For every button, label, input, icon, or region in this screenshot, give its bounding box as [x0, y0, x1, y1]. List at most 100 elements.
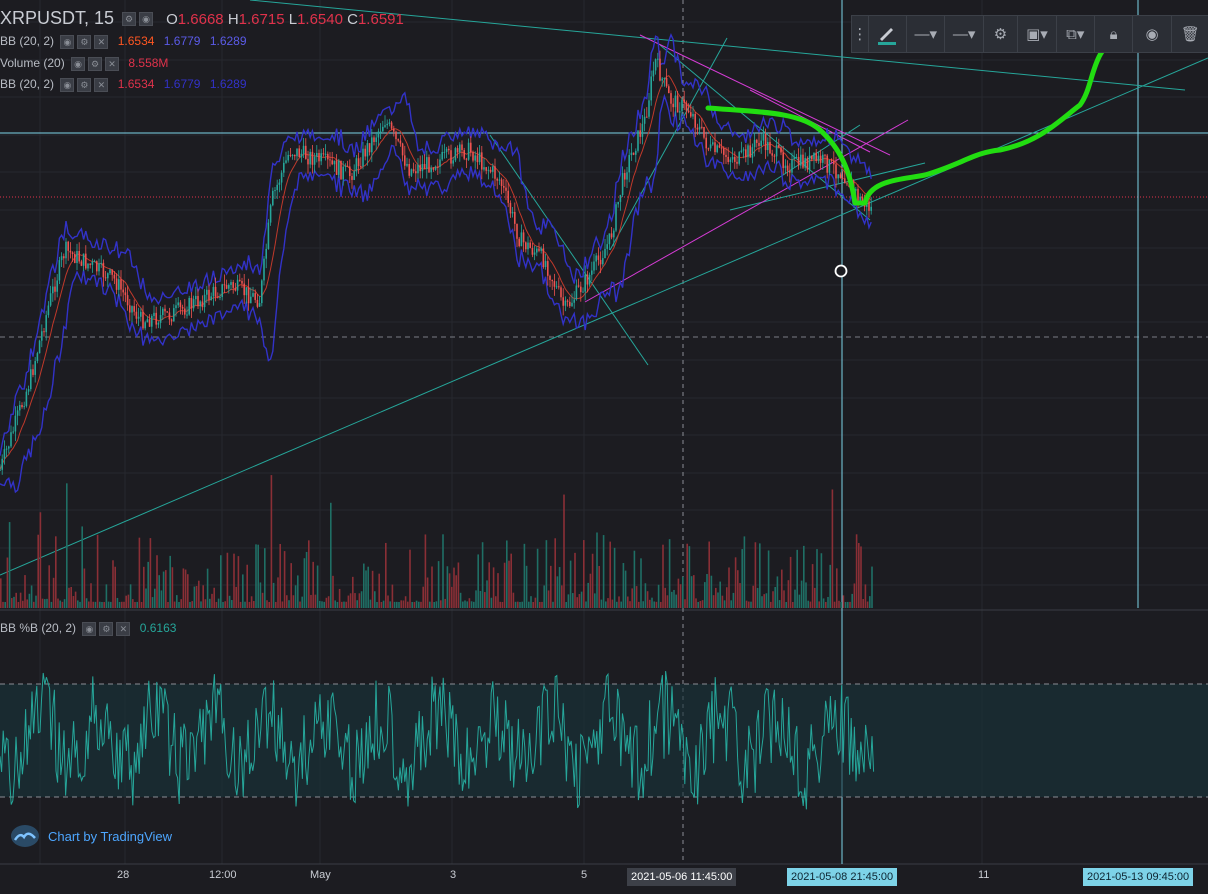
candle-body: [210, 296, 212, 300]
candle-body: [795, 156, 798, 158]
candle-body: [771, 153, 773, 156]
indicator-name: BB (20, 2): [0, 34, 55, 48]
candle-body: [175, 305, 177, 309]
volume-bar: [277, 577, 279, 608]
candle-body: [98, 263, 100, 272]
indicator-legend-bb-1[interactable]: BB (20, 2) ◉ ⚙ ✕ 1.6534 1.6779 1.6289: [0, 34, 247, 49]
volume-bar: [358, 593, 361, 608]
trash-icon[interactable]: 🗑︎: [1172, 16, 1208, 52]
candle-body: [813, 152, 815, 160]
volume-bar: [83, 568, 86, 608]
candle-body: [811, 155, 813, 160]
eye-icon[interactable]: ◉: [1133, 16, 1172, 52]
candle-body: [140, 311, 142, 317]
oscillator-legend[interactable]: BB %B (20, 2) ◉ ⚙ ✕ 0.6163: [0, 621, 176, 636]
settings-icon[interactable]: ⚙: [77, 34, 92, 49]
volume-bar: [4, 601, 6, 608]
settings-icon[interactable]: ⚙: [77, 77, 92, 92]
candle-body: [399, 140, 402, 144]
eye-icon[interactable]: ◉: [82, 621, 97, 636]
chart-canvas[interactable]: [0, 0, 1208, 894]
settings-icon[interactable]: ⚙: [88, 56, 103, 71]
close-icon[interactable]: ✕: [94, 34, 109, 49]
volume-bar: [242, 574, 244, 608]
candle-body: [608, 233, 611, 245]
volume-bar: [690, 576, 693, 608]
volume-bar: [81, 526, 83, 608]
eye-icon[interactable]: ◉: [60, 77, 75, 92]
candle-body: [360, 166, 362, 168]
candle-body: [718, 145, 721, 148]
settings-icon[interactable]: ⚙: [984, 16, 1019, 52]
eye-icon[interactable]: ◉: [60, 34, 75, 49]
volume-bar: [246, 564, 248, 608]
candle-body: [340, 160, 342, 180]
volume-bar: [574, 552, 576, 608]
candle-body: [362, 148, 364, 167]
volume-bar: [587, 582, 589, 608]
candle-body: [445, 148, 448, 152]
indicator-legend-volume[interactable]: Volume (20) ◉ ⚙ ✕ 8.558M: [0, 56, 168, 71]
candle-body: [485, 167, 487, 171]
candle-body: [681, 99, 683, 112]
tradingview-link[interactable]: Chart by TradingView: [48, 829, 172, 844]
volume-bar: [308, 540, 310, 608]
candle-body: [115, 278, 118, 290]
volume-bar: [369, 599, 372, 608]
volume-bar: [583, 540, 585, 608]
volume-bar: [686, 543, 688, 608]
candle-body: [0, 469, 1, 471]
close-icon[interactable]: ✕: [105, 56, 120, 71]
candle-body: [672, 103, 674, 108]
volume-bar: [132, 599, 134, 608]
candle-body: [833, 160, 835, 165]
copy-icon[interactable]: ⧉▾: [1057, 16, 1095, 52]
pencil-icon[interactable]: [869, 16, 908, 52]
volume-bar: [325, 597, 328, 608]
candle-body: [676, 95, 679, 113]
volume-bar: [684, 599, 686, 608]
volume-bar: [688, 546, 691, 608]
candle-body: [841, 177, 844, 179]
volume-bar: [393, 601, 396, 608]
volume-bar: [704, 582, 706, 608]
volume-bar: [400, 600, 402, 608]
candle-body: [734, 156, 736, 162]
candle-body: [305, 145, 307, 159]
close-icon[interactable]: ✕: [116, 621, 131, 636]
drag-handle-icon[interactable]: ⋮: [852, 16, 869, 52]
close-icon[interactable]: ✕: [94, 77, 109, 92]
volume-bar: [41, 598, 44, 608]
volume-bar: [512, 592, 515, 608]
drawings-overlay[interactable]: [705, 33, 1123, 278]
candle-body: [157, 322, 160, 325]
lock-icon[interactable]: 🔒︎: [1095, 16, 1134, 52]
candle-body: [573, 299, 575, 303]
candle-body: [214, 286, 217, 297]
indicator-legend-bb-2[interactable]: BB (20, 2) ◉ ⚙ ✕ 1.6534 1.6779 1.6289: [0, 77, 247, 92]
eye-icon[interactable]: ◉: [139, 12, 154, 27]
volume-bar: [303, 558, 306, 608]
volume-bar: [44, 599, 46, 608]
tradingview-branding[interactable]: Chart by TradingView: [10, 824, 172, 848]
volume-bar: [673, 589, 675, 608]
layers-icon[interactable]: ▣▾: [1018, 16, 1057, 52]
drawing-toolbar[interactable]: ⋮ —▾ —▾ ⚙ ▣▾ ⧉▾ 🔒︎ ◉ 🗑︎: [851, 15, 1208, 53]
candle-body: [749, 145, 751, 158]
line-color-icon[interactable]: —▾: [907, 16, 946, 52]
volume-bar: [754, 542, 757, 608]
line-style-icon[interactable]: —▾: [945, 16, 984, 52]
volume-bar: [475, 590, 477, 608]
volume-bar: [138, 537, 141, 608]
volume-bar: [618, 596, 620, 608]
volume-bar: [30, 585, 33, 608]
settings-icon[interactable]: ⚙: [99, 621, 114, 636]
settings-icon[interactable]: ⚙: [122, 12, 137, 27]
trend-line: [489, 134, 649, 366]
volume-bar: [664, 587, 666, 608]
eye-icon[interactable]: ◉: [71, 56, 86, 71]
candle-body: [234, 287, 237, 291]
volume-bar: [756, 587, 759, 608]
candle-body: [195, 295, 197, 300]
candle-body: [857, 188, 859, 201]
